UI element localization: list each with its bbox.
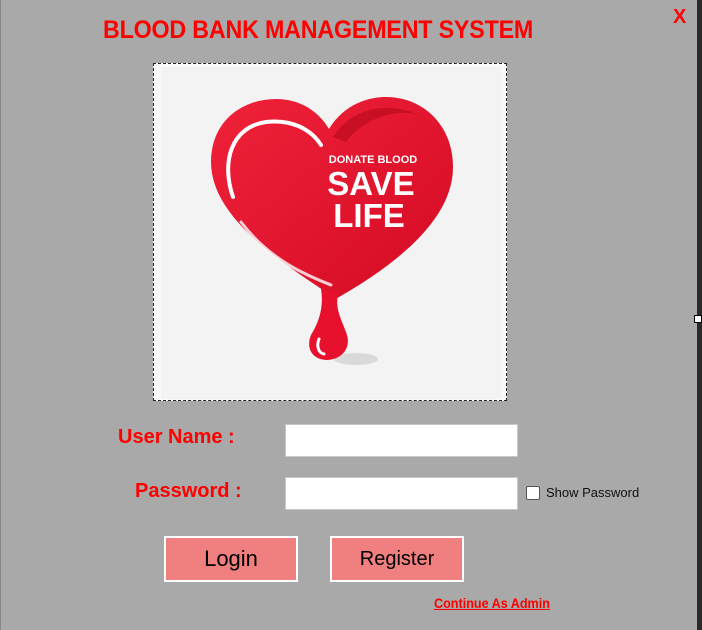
- show-password-checkbox[interactable]: [526, 485, 540, 500]
- register-button[interactable]: Register: [330, 536, 464, 582]
- logo-picture-box: DONATE BLOOD SAVE LIFE: [153, 63, 507, 401]
- heart-drop-icon: DONATE BLOOD SAVE LIFE: [211, 97, 453, 365]
- logo-image: DONATE BLOOD SAVE LIFE: [161, 67, 501, 399]
- resize-handle[interactable]: [694, 315, 702, 323]
- app-title: BLOOD BANK MANAGEMENT SYSTEM: [103, 16, 534, 44]
- show-password-label: Show Password: [546, 485, 640, 500]
- username-input[interactable]: [285, 424, 518, 457]
- logo-text-life: LIFE: [333, 197, 405, 234]
- login-button[interactable]: Login: [164, 536, 298, 582]
- login-button-label: Login: [204, 546, 258, 571]
- username-label: User Name :: [118, 426, 235, 448]
- register-button-label: Register: [359, 547, 435, 570]
- show-password-option[interactable]: Show Password: [526, 485, 639, 500]
- close-button[interactable]: X: [673, 6, 686, 29]
- continue-as-admin-link[interactable]: Continue As Admin: [434, 595, 550, 611]
- password-label: Password :: [135, 480, 242, 502]
- password-input[interactable]: [285, 477, 518, 510]
- login-window: BLOOD BANK MANAGEMENT SYSTEM X DONATE BL…: [0, 0, 698, 630]
